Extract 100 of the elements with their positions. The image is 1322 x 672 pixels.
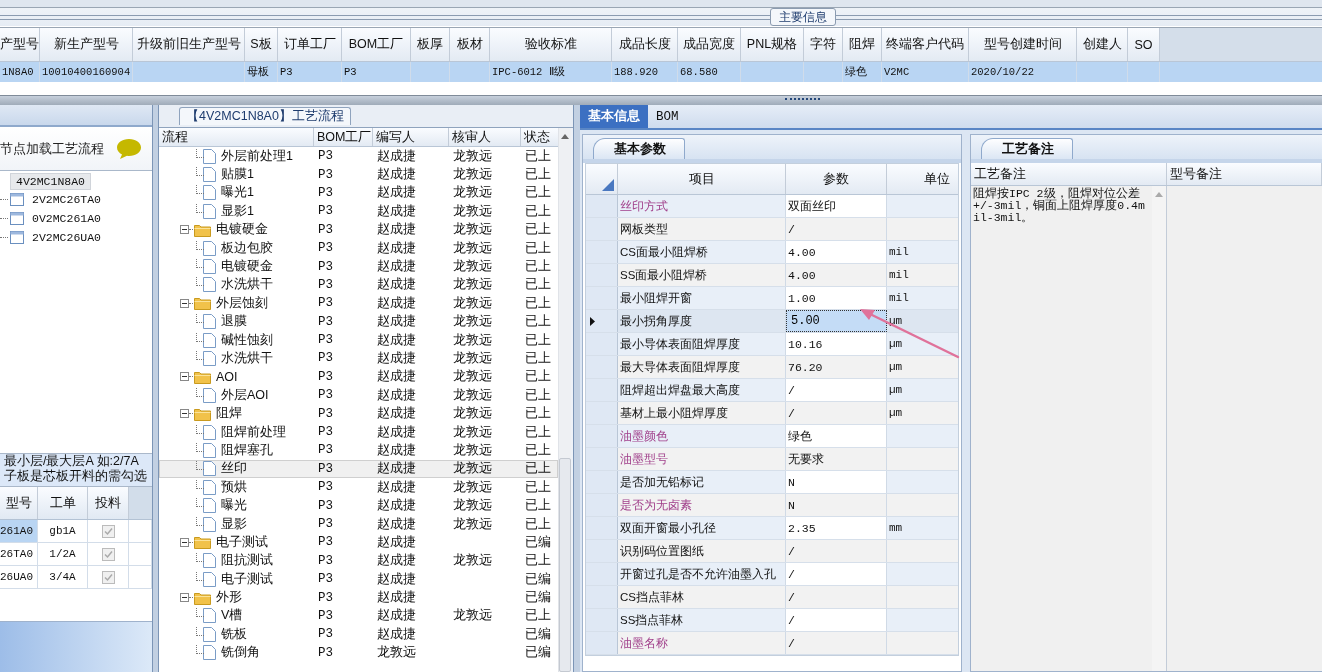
- tree-row[interactable]: 阻抗测试 P3 赵成捷 龙敦远 已上: [159, 551, 558, 570]
- value-text[interactable]: 绿色: [788, 428, 812, 444]
- column-header[interactable]: 工单: [38, 487, 88, 519]
- value-text[interactable]: /: [788, 544, 795, 558]
- tree-node[interactable]: 4V2MC1N8A0: [10, 173, 91, 190]
- table-row[interactable]: 丝印方式 双面丝印: [586, 195, 958, 218]
- table-row[interactable]: 油墨颜色 绿色: [586, 425, 958, 448]
- value-text[interactable]: 4.00: [788, 268, 816, 282]
- splitter[interactable]: [153, 105, 159, 672]
- table-row[interactable]: 双面开窗最小孔径 2.35 mm: [586, 517, 958, 540]
- column-header[interactable]: 编写人: [373, 128, 449, 146]
- tree-row[interactable]: 外形 P3 赵成捷 已编: [159, 588, 558, 607]
- tree-row[interactable]: 板边包胶 P3 赵成捷 龙敦远 已上: [159, 238, 558, 258]
- tree-row[interactable]: 外层AOI P3 赵成捷 龙敦远 已上: [159, 386, 558, 405]
- tree-node[interactable]: 2V2MC26TA0: [30, 193, 103, 206]
- splitter-grip[interactable]: [785, 98, 820, 103]
- table-row[interactable]: 1N8A0 10010400160904 母板 P3 P3 IPC-6012 Ⅱ级 188.920 68.580 绿色 V2MC 2020/10/22: [0, 62, 1322, 82]
- value-text[interactable]: /: [788, 590, 795, 604]
- tree-row[interactable]: 显影 P3 赵成捷 龙敦远 已上: [159, 514, 558, 534]
- tab[interactable]: 基本信息: [580, 105, 648, 128]
- scroll-up-icon[interactable]: [1155, 192, 1164, 197]
- tree-row[interactable]: 电镀硬金 P3 赵成捷 龙敦远 已上: [159, 257, 558, 276]
- column-header[interactable]: BOM工厂: [314, 128, 373, 146]
- value-text[interactable]: N: [788, 498, 795, 512]
- column-header[interactable]: 终端客户代码: [882, 28, 969, 61]
- tree-row[interactable]: 碱性蚀刻 P3 赵成捷 龙敦远 已上: [159, 330, 558, 350]
- value-text[interactable]: 无要求: [788, 451, 824, 467]
- value-text[interactable]: 5.00: [791, 314, 820, 328]
- value-text[interactable]: /: [788, 613, 795, 627]
- column-header[interactable]: 验收标准: [490, 28, 612, 61]
- column-header[interactable]: 核审人: [449, 128, 521, 146]
- collapse-icon[interactable]: [180, 537, 189, 547]
- column-header[interactable]: S板: [245, 28, 278, 61]
- tree-row[interactable]: 外层蚀刻 P3 赵成捷 龙敦远 已上: [159, 294, 558, 313]
- column-header[interactable]: 阻焊: [843, 28, 882, 61]
- column-header[interactable]: 型号备注: [1167, 163, 1322, 185]
- table-row[interactable]: 最小导体表面阻焊厚度 10.16 µm: [586, 333, 958, 356]
- table-row[interactable]: SS挡点菲林 /: [586, 609, 958, 632]
- column-header[interactable]: 产型号: [0, 28, 40, 61]
- tree-row[interactable]: 退膜 P3 赵成捷 龙敦远 已上: [159, 312, 558, 331]
- tree-row[interactable]: 阻焊 P3 赵成捷 龙敦远 已上: [159, 404, 558, 423]
- column-header[interactable]: 型号: [0, 487, 38, 519]
- table-row[interactable]: 是否加无铅标记 N: [586, 471, 958, 494]
- collapse-icon[interactable]: [180, 298, 189, 308]
- tree-node[interactable]: 2V2MC26UA0: [30, 231, 103, 244]
- tree-row[interactable]: 贴膜1 P3 赵成捷 龙敦远 已上: [159, 165, 558, 184]
- tree-row[interactable]: 水洗烘干 P3 赵成捷 龙敦远 已上: [159, 275, 558, 295]
- column-header[interactable]: 成品宽度: [678, 28, 741, 61]
- column-header[interactable]: BOM工厂: [342, 28, 411, 61]
- notes-cell[interactable]: [1167, 186, 1322, 671]
- column-header[interactable]: 创建人: [1077, 28, 1128, 61]
- collapse-icon[interactable]: [180, 409, 189, 419]
- column-header[interactable]: 订单工厂: [278, 28, 342, 61]
- column-header[interactable]: 升级前旧生产型号: [133, 28, 245, 61]
- table-row[interactable]: CS挡点菲林 /: [586, 586, 958, 609]
- column-header[interactable]: 参数: [786, 164, 887, 194]
- table-row[interactable]: 最大导体表面阻焊厚度 76.20 µm: [586, 356, 958, 379]
- tree-row[interactable]: 曝光1 P3 赵成捷 龙敦远 已上: [159, 183, 558, 203]
- value-text[interactable]: 2.35: [788, 521, 816, 535]
- value-text[interactable]: /: [788, 383, 795, 397]
- tree-row[interactable]: 电子测试 P3 赵成捷 已编: [159, 533, 558, 552]
- speech-bubble-icon[interactable]: [116, 137, 142, 160]
- table-row[interactable]: 阻焊超出焊盘最大高度 / µm: [586, 379, 958, 402]
- tree-row[interactable]: AOI P3 赵成捷 龙敦远 已上: [159, 367, 558, 387]
- scroll-up-icon[interactable]: [560, 133, 570, 140]
- tab[interactable]: BOM: [648, 105, 687, 128]
- tab[interactable]: 工艺备注: [981, 138, 1073, 159]
- tree-row[interactable]: 电子测试 P3 赵成捷 已编: [159, 570, 558, 589]
- scrollbar[interactable]: [558, 128, 571, 672]
- table-row[interactable]: 最小阻焊开窗 1.00 mil: [586, 287, 958, 310]
- collapse-icon[interactable]: [180, 593, 189, 603]
- value-text[interactable]: N: [788, 475, 795, 489]
- column-header[interactable]: 字符: [804, 28, 843, 61]
- collapse-icon[interactable]: [180, 225, 189, 235]
- value-text[interactable]: 76.20: [788, 360, 823, 374]
- column-header[interactable]: PNL规格: [741, 28, 804, 61]
- value-text[interactable]: /: [788, 567, 795, 581]
- tab[interactable]: 基本参数: [593, 138, 685, 159]
- tree-row[interactable]: V槽 P3 赵成捷 龙敦远 已上: [159, 606, 558, 626]
- scrollbar[interactable]: [1152, 186, 1166, 671]
- value-text[interactable]: /: [788, 636, 795, 650]
- table-row[interactable]: 基材上最小阻焊厚度 / µm: [586, 402, 958, 425]
- table-row[interactable]: SS面最小阻焊桥 4.00 mil: [586, 264, 958, 287]
- column-header[interactable]: 型号创建时间: [969, 28, 1077, 61]
- column-header[interactable]: 项目: [618, 164, 786, 194]
- column-header[interactable]: 流程: [159, 128, 314, 146]
- tree-row[interactable]: 阻焊前处理 P3 赵成捷 龙敦远 已上: [159, 422, 558, 442]
- tree-row[interactable]: 显影1 P3 赵成捷 龙敦远 已上: [159, 202, 558, 221]
- tree-row[interactable]: 铣板 P3 赵成捷 已编: [159, 625, 558, 644]
- column-header[interactable]: 单位: [887, 164, 958, 194]
- table-row[interactable]: 油墨型号 无要求: [586, 448, 958, 471]
- table-row[interactable]: 油墨名称 /: [586, 632, 958, 655]
- tree-row[interactable]: 曝光 P3 赵成捷 龙敦远 已上: [159, 496, 558, 515]
- tree-row[interactable]: 铣倒角 P3 龙敦远 已编: [159, 643, 558, 662]
- tree-node[interactable]: 0V2MC261A0: [30, 212, 103, 225]
- column-header[interactable]: 成品长度: [612, 28, 678, 61]
- table-row[interactable]: CS面最小阻焊桥 4.00 mil: [586, 241, 958, 264]
- tree-row[interactable]: 丝印 P3 赵成捷 龙敦远 已上: [159, 459, 558, 479]
- tree-row[interactable]: 外层前处理1 P3 赵成捷 龙敦远 已上: [159, 147, 558, 166]
- table-row[interactable]: 是否为无卤素 N: [586, 494, 958, 517]
